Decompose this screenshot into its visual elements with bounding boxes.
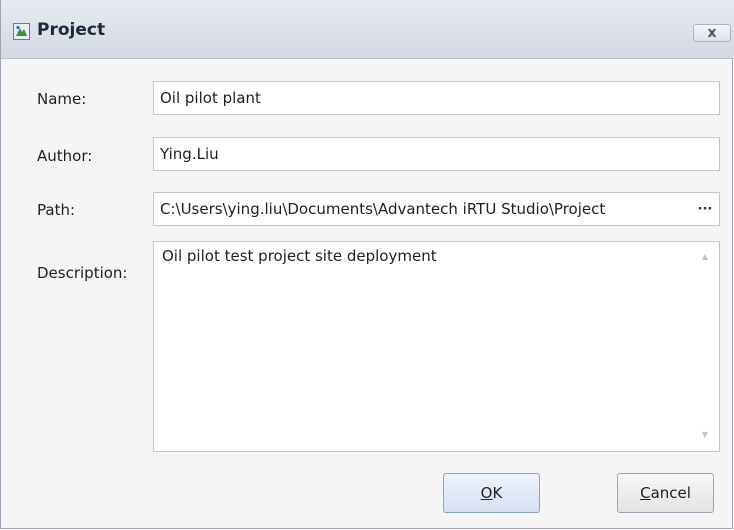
- author-label: Author:: [37, 147, 93, 165]
- close-button[interactable]: x: [693, 24, 731, 42]
- ok-button[interactable]: OK: [443, 473, 540, 513]
- name-field-box[interactable]: [153, 81, 720, 115]
- description-field-box[interactable]: Oil pilot test project site deployment ▲…: [153, 241, 720, 452]
- scroll-up-arrow-icon[interactable]: ▲: [700, 252, 710, 262]
- name-label: Name:: [37, 90, 87, 108]
- browse-button[interactable]: ···: [693, 193, 717, 225]
- ok-mnemonic: O: [480, 484, 493, 502]
- window-title: Project: [37, 20, 106, 40]
- ok-label-rest: K: [492, 484, 503, 502]
- path-input[interactable]: [160, 193, 690, 225]
- project-dialog: Project x Name: Author: Path: ··· Descri…: [0, 0, 734, 529]
- cancel-mnemonic: C: [640, 484, 651, 502]
- title-bar[interactable]: Project x: [1, 0, 734, 59]
- close-icon: x: [707, 25, 717, 41]
- description-scrollbar[interactable]: ▲ ▼: [691, 242, 719, 451]
- description-label: Description:: [37, 264, 128, 282]
- author-field-box[interactable]: [153, 137, 720, 171]
- cancel-label-rest: ancel: [650, 484, 691, 502]
- scroll-down-arrow-icon[interactable]: ▼: [700, 430, 710, 440]
- name-input[interactable]: [160, 82, 713, 114]
- project-app-icon: [13, 23, 30, 40]
- cancel-button[interactable]: Cancel: [617, 473, 714, 513]
- author-input[interactable]: [160, 138, 713, 170]
- description-textarea[interactable]: Oil pilot test project site deployment: [162, 246, 682, 444]
- path-label: Path:: [37, 201, 76, 219]
- path-field-box[interactable]: ···: [153, 192, 720, 226]
